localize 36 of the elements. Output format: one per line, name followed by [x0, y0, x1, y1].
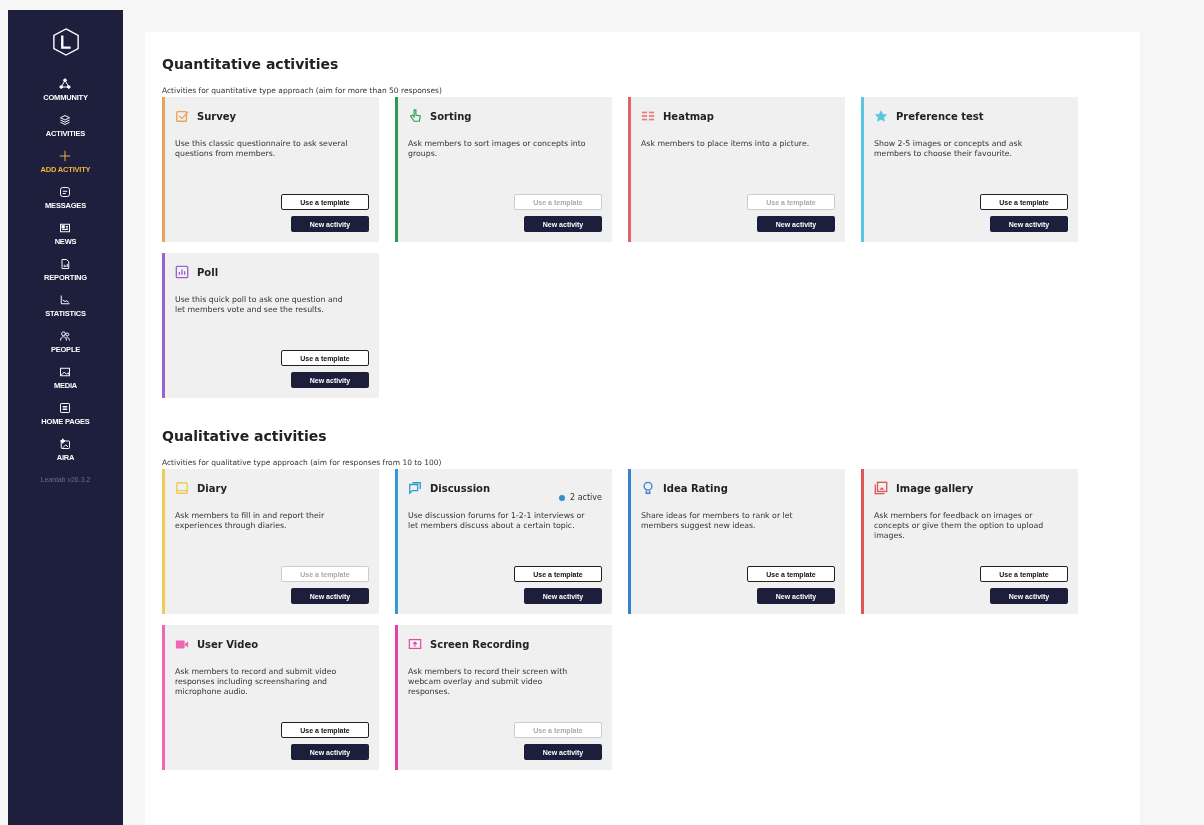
chart-icon [59, 294, 72, 306]
card-title: Screen Recording [430, 638, 530, 650]
lightbulb-icon [641, 481, 655, 495]
book-icon [175, 481, 189, 495]
card-title: Image gallery [896, 482, 974, 494]
upload-screen-icon [408, 637, 422, 651]
card-title: Preference test [896, 110, 984, 122]
card-title: Heatmap [663, 110, 714, 122]
card-title: Idea Rating [663, 482, 728, 494]
document-icon [59, 258, 72, 270]
layers-icon [59, 114, 72, 126]
plus-icon [59, 150, 72, 162]
grid-icon [641, 109, 655, 123]
bar-chart-icon [175, 265, 189, 279]
checkbox-icon [175, 109, 189, 123]
community-icon [59, 78, 72, 90]
message-icon [59, 186, 72, 198]
card-title: Poll [197, 266, 219, 278]
card-title: User Video [197, 638, 259, 650]
card-title: Diary [197, 482, 227, 494]
status-text: 2 active [570, 493, 602, 502]
chat-icon [408, 481, 422, 495]
image-stack-icon [874, 481, 888, 495]
pointing-hand-icon [408, 109, 422, 123]
star-icon [874, 109, 888, 123]
logo-icon[interactable] [51, 28, 80, 56]
image-icon [59, 366, 72, 378]
card-title: Sorting [430, 110, 472, 122]
people-icon [59, 330, 72, 342]
section-title: Qualitative activities [162, 428, 328, 444]
newspaper-icon [59, 222, 72, 234]
sparkle-image-icon [59, 438, 72, 450]
card-title: Survey [197, 110, 237, 122]
section-title: Quantitative activities [162, 56, 340, 72]
page-icon [59, 402, 72, 414]
card-title: Discussion [430, 482, 491, 494]
